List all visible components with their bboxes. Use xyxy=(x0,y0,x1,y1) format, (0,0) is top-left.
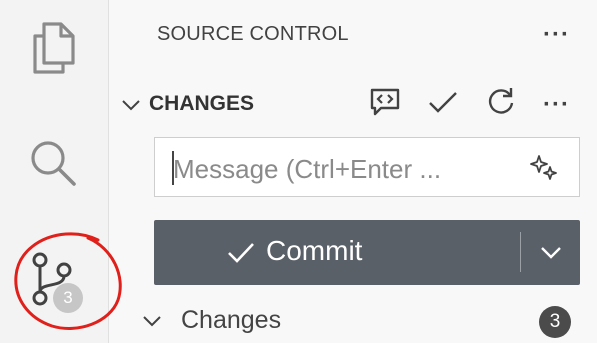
check-icon xyxy=(228,243,254,263)
changes-group-label[interactable]: Changes xyxy=(181,306,281,335)
views-more-actions-button[interactable]: ··· xyxy=(543,23,570,47)
changes-section-header[interactable]: CHANGES xyxy=(149,92,254,116)
sparkle-icon[interactable] xyxy=(529,154,559,182)
source-control-badge: 3 xyxy=(53,283,83,313)
commit-message-placeholder: Message (Ctrl+Enter ... xyxy=(173,154,442,184)
activity-bar: 3 xyxy=(0,0,108,343)
search-button[interactable] xyxy=(0,136,108,192)
commit-button-separator xyxy=(520,232,521,272)
explorer-button[interactable] xyxy=(0,18,108,76)
refresh-icon[interactable] xyxy=(485,86,517,118)
chevron-down-icon[interactable] xyxy=(121,97,141,113)
changes-group-chevron-icon[interactable] xyxy=(142,313,162,329)
search-icon xyxy=(31,141,76,186)
commit-check-icon[interactable] xyxy=(427,90,459,116)
commit-message-input[interactable]: Message (Ctrl+Enter ... xyxy=(154,137,580,197)
source-control-panel: SOURCE CONTROL ··· CHANGES ··· Message (… xyxy=(109,0,597,343)
commit-button[interactable]: Commit xyxy=(154,220,580,285)
explorer-icon xyxy=(33,22,75,74)
commit-dropdown-chevron-icon[interactable] xyxy=(538,243,564,261)
changes-more-actions-button[interactable]: ··· xyxy=(543,93,570,117)
view-as-tree-icon[interactable] xyxy=(367,86,403,118)
commit-button-label: Commit xyxy=(266,235,363,266)
changes-count-badge: 3 xyxy=(539,306,571,338)
panel-title: SOURCE CONTROL xyxy=(157,23,349,45)
